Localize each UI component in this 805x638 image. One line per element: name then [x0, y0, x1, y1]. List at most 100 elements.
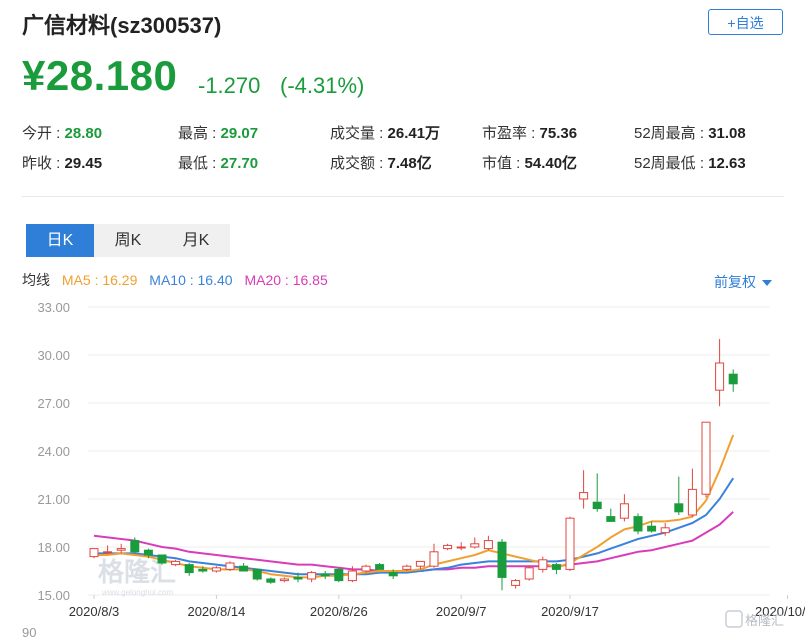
w52-low-stat: 52周最低 : 12.63: [634, 152, 746, 173]
candle: [701, 421, 711, 498]
y-tick-layer: 33.00 30.00 27.00 24.00 21.00 18.00 15.00: [37, 300, 70, 603]
corner-logo-icon: [725, 610, 743, 628]
overflow-label: 90: [22, 625, 36, 638]
x-tick-label: 2020/8/26: [310, 604, 368, 619]
candle: [157, 554, 167, 565]
candle-body: [565, 517, 575, 570]
pe-label: 市盈率 :: [482, 125, 536, 142]
candle-body: [443, 544, 453, 550]
candle-body: [511, 580, 521, 586]
candle-body: [715, 362, 725, 391]
candle: [116, 543, 126, 554]
y-tick-label: 18.00: [37, 540, 70, 555]
candle: [252, 568, 262, 581]
ma5-line: [94, 434, 735, 579]
low-label: 最低 :: [178, 155, 217, 172]
candle-body: [633, 516, 643, 532]
x-tick-layer: 2020/8/3 2020/8/14 2020/8/26 2020/9/7 2020/9…: [69, 595, 805, 619]
candle-body: [429, 551, 439, 567]
y-tick-label: 33.00: [37, 300, 70, 315]
candle: [579, 470, 589, 509]
ma-legend-label: 均线: [22, 272, 50, 288]
ma-layer: [93, 434, 735, 579]
w52-high-value: 31.08: [708, 125, 746, 142]
open-label: 今开 :: [22, 125, 61, 142]
candle: [239, 563, 249, 572]
high-label: 最高 :: [178, 125, 217, 142]
candle: [279, 577, 289, 583]
tab-month-k[interactable]: 月K: [162, 224, 230, 257]
candle-body: [579, 492, 589, 500]
open-value: 28.80: [64, 125, 103, 142]
candle: [674, 476, 684, 515]
ma5-legend: MA5 : 16.29: [61, 272, 138, 288]
candle-body: [647, 525, 657, 532]
volume-label: 成交量 :: [330, 125, 384, 142]
volume-stat: 成交量 : 26.41万: [330, 122, 440, 143]
corner-watermark-text: 格隆汇: [745, 613, 784, 628]
candle-body: [361, 565, 371, 572]
candle-body: [674, 503, 684, 513]
candle-body: [470, 543, 480, 548]
candle-body: [660, 527, 670, 534]
candle-body: [198, 568, 208, 572]
y-tick-label: 24.00: [37, 444, 70, 459]
candle: [211, 566, 221, 573]
candle-body: [320, 573, 330, 577]
candle: [320, 571, 330, 579]
candle: [497, 539, 507, 591]
price-change: -1.270: [198, 73, 261, 98]
low-value: 27.70: [220, 155, 259, 172]
candle: [375, 563, 385, 570]
candle-body: [184, 564, 194, 574]
candle: [592, 473, 602, 512]
tab-week-k[interactable]: 周K: [94, 224, 162, 257]
candle-body: [143, 549, 153, 556]
prev-close-value: 29.45: [64, 155, 103, 172]
candle: [715, 339, 725, 407]
ma10-legend: MA10 : 16.40: [149, 272, 233, 288]
mktcap-label: 市值 :: [482, 155, 521, 172]
x-tick-label: 2020/9/17: [541, 604, 599, 619]
y-tick-label: 15.00: [37, 588, 70, 603]
ma20-legend: MA20 : 16.85: [244, 272, 328, 288]
candle: [443, 543, 453, 551]
current-price: ¥28.180: [22, 52, 178, 99]
candle: [483, 535, 493, 551]
high-stat: 最高 : 29.07: [178, 122, 258, 143]
kline-chart: 格隆汇 www.gelonghui.com 33.00 30.00 27.00 24.…: [22, 300, 805, 638]
divider: [22, 196, 784, 197]
candle-body: [701, 421, 711, 495]
candle: [307, 571, 317, 583]
mktcap-value: 54.40亿: [524, 155, 578, 172]
candle-body: [402, 565, 412, 570]
candle: [456, 542, 466, 551]
pe-stat: 市盈率 : 75.36: [482, 122, 577, 143]
tab-day-k[interactable]: 日K: [26, 224, 94, 257]
candle: [538, 556, 548, 573]
y-tick-label: 21.00: [37, 492, 70, 507]
candle: [606, 508, 616, 522]
candle-body: [279, 578, 289, 582]
candle-body: [619, 503, 629, 519]
candle-body: [415, 560, 425, 567]
w52-high-label: 52周最高 :: [634, 125, 705, 142]
candle: [334, 567, 344, 583]
y-tick-label: 30.00: [37, 348, 70, 363]
candle: [470, 537, 480, 549]
candle-body: [347, 570, 357, 582]
add-watchlist-button[interactable]: +自选: [708, 9, 783, 35]
candle-body: [524, 567, 534, 580]
turnover-label: 成交额 :: [330, 155, 384, 172]
candle: [633, 513, 643, 535]
candle-body: [252, 568, 262, 580]
candle-body: [497, 541, 507, 578]
candle: [361, 564, 371, 573]
candle-body: [157, 554, 167, 564]
x-tick-label: 2020/8/3: [69, 604, 120, 619]
adjustment-dropdown[interactable]: 前复权: [714, 272, 772, 292]
candle-body: [225, 562, 235, 570]
turnover-value: 7.48亿: [387, 155, 432, 172]
corner-watermark: 格隆汇: [725, 610, 784, 628]
candle: [184, 563, 194, 576]
